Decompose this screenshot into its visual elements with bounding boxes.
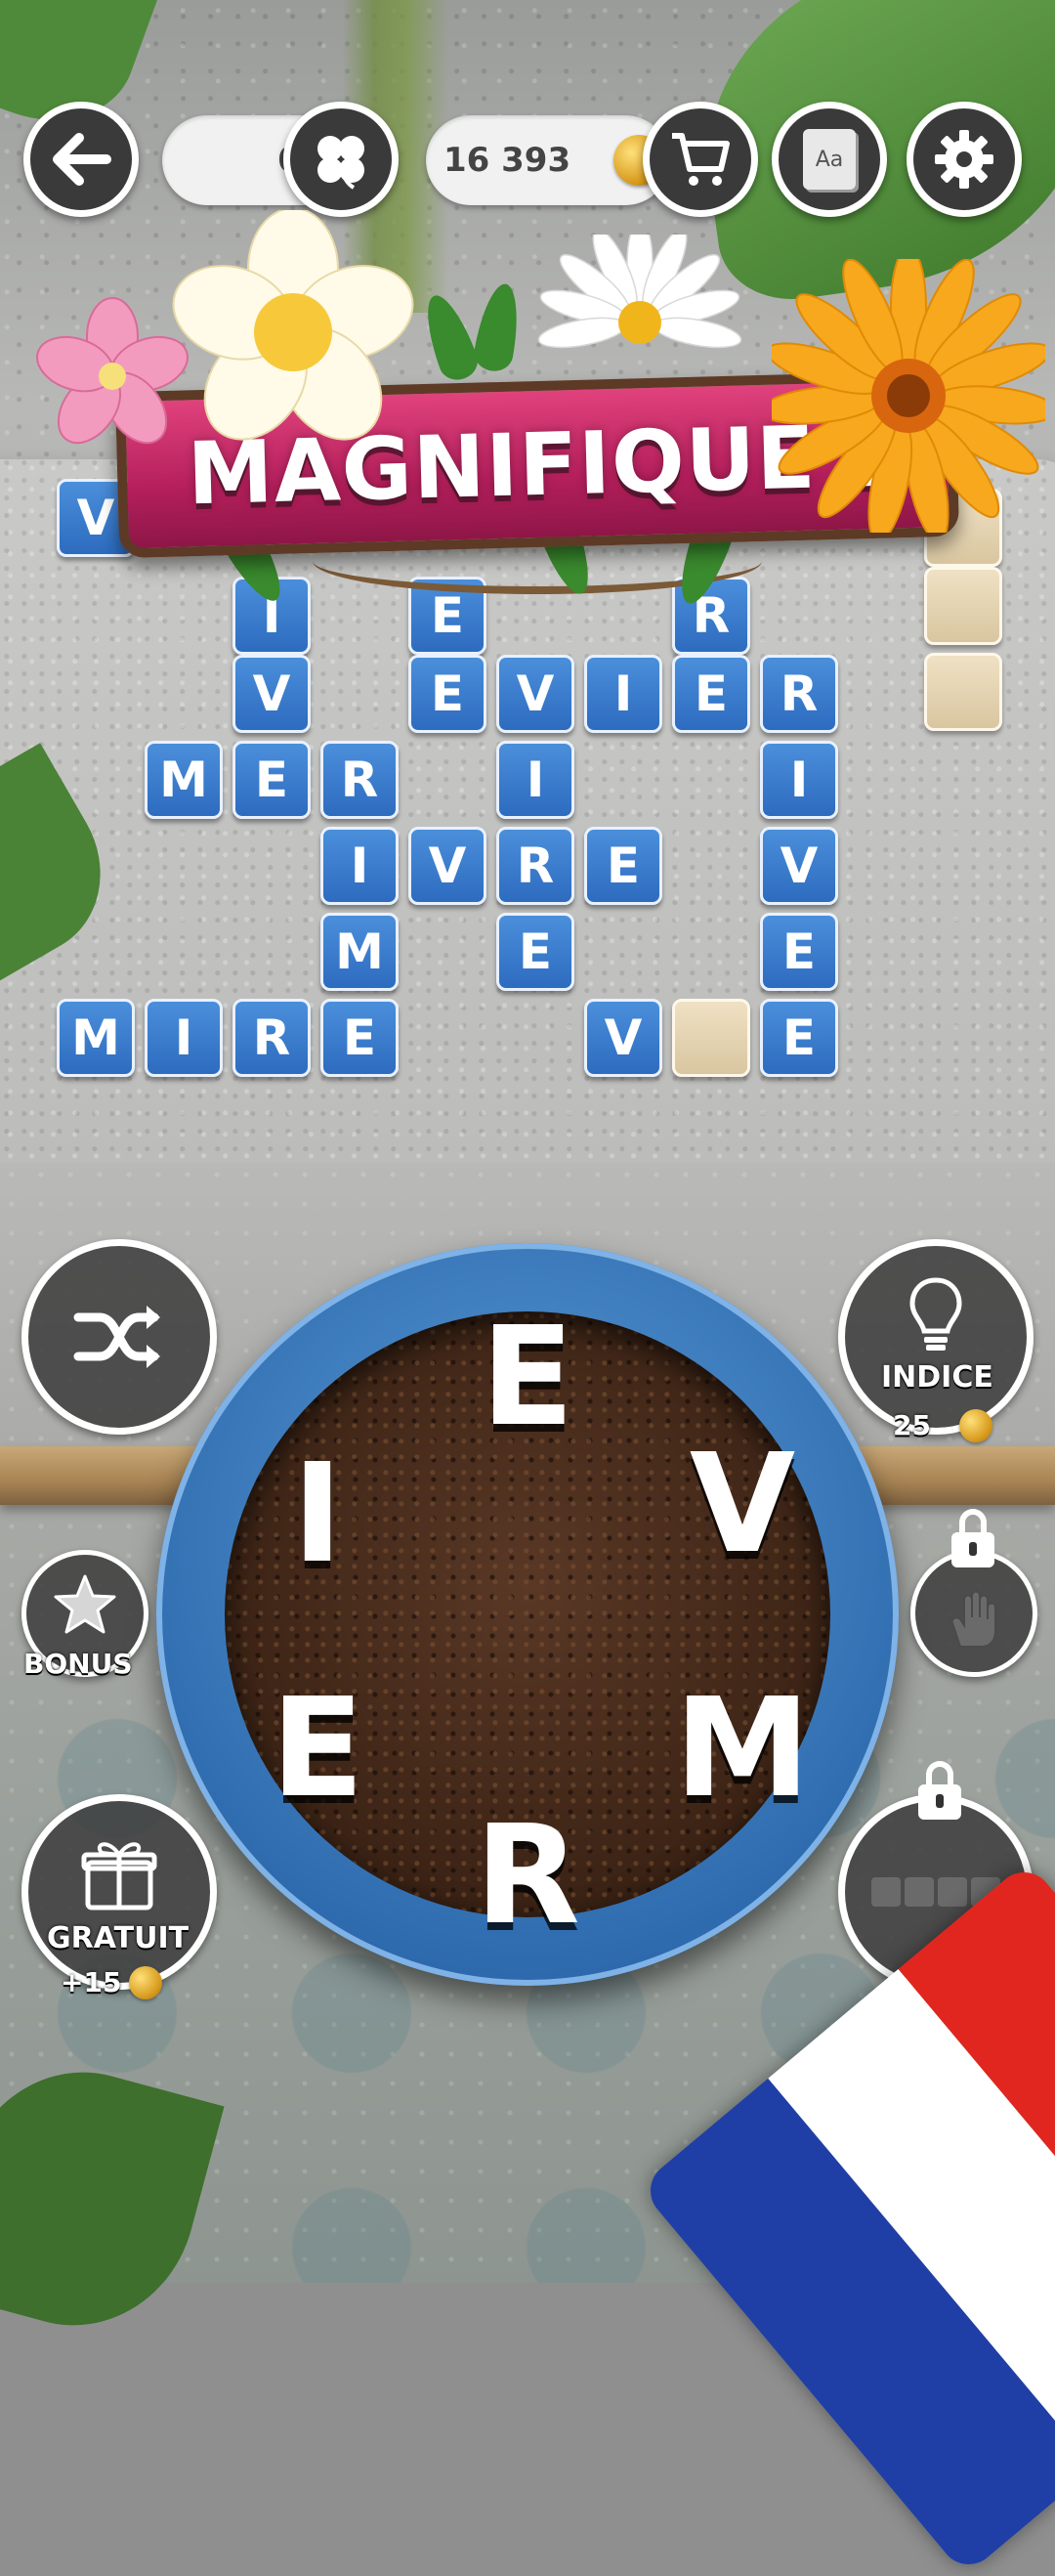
- grid-cell: E: [408, 655, 486, 733]
- daisy-flower-decoration: [537, 235, 742, 349]
- grid-cell: E: [584, 827, 662, 905]
- grid-cell: V: [584, 999, 662, 1077]
- grid-cell: R: [496, 827, 574, 905]
- hint-cost: 25: [893, 1409, 931, 1441]
- grid-cell: R: [760, 655, 838, 733]
- grid-cell-empty: [924, 653, 1002, 731]
- coin-icon: [129, 1966, 162, 1999]
- grid-cell: M: [57, 999, 135, 1077]
- wheel-letter[interactable]: V: [674, 1437, 811, 1573]
- wheel-letter[interactable]: R: [459, 1808, 596, 1945]
- lock-icon: [918, 1761, 961, 1820]
- free-gift-reward: +15: [61, 1966, 122, 1998]
- shuffle-icon: [73, 1306, 160, 1368]
- grid-cell: I: [760, 741, 838, 819]
- hint-button[interactable]: [838, 1239, 1034, 1435]
- free-gift-label: GRATUIT: [47, 1921, 190, 1955]
- grid-cell: V: [232, 655, 311, 733]
- grid-cell: E: [232, 741, 311, 819]
- orange-flower-decoration: [772, 259, 1045, 533]
- grid-cell: V: [760, 827, 838, 905]
- free-gift-button[interactable]: [21, 1794, 217, 1990]
- grid-cell: V: [408, 827, 486, 905]
- grid-cell: R: [320, 741, 399, 819]
- hint-label: INDICE: [881, 1360, 993, 1395]
- grid-cell: E: [672, 655, 750, 733]
- hand-icon: [950, 1590, 996, 1648]
- grid-cell: I: [145, 999, 223, 1077]
- grid-cell: I: [496, 741, 574, 819]
- wheel-letter[interactable]: E: [249, 1681, 386, 1818]
- grid-cell-empty: [924, 567, 1002, 645]
- grid-cell: E: [320, 999, 399, 1077]
- shuffle-button[interactable]: [21, 1239, 217, 1435]
- grid-cell: V: [496, 655, 574, 733]
- wheel-letter[interactable]: M: [674, 1681, 811, 1818]
- grid-cell: E: [760, 999, 838, 1077]
- grid-cell: M: [145, 741, 223, 819]
- wheel-letter[interactable]: I: [249, 1446, 386, 1583]
- gift-icon: [81, 1842, 157, 1911]
- grid-cell: I: [320, 827, 399, 905]
- star-icon: [54, 1574, 116, 1634]
- lightbulb-icon: [909, 1277, 962, 1351]
- grid-cell: I: [584, 655, 662, 733]
- frangipani-flower-decoration: [172, 210, 414, 441]
- lock-icon: [951, 1509, 994, 1567]
- grid-cell-empty: [672, 999, 750, 1077]
- coin-icon: [959, 1409, 992, 1442]
- bonus-label: BONUS: [23, 1648, 133, 1680]
- grid-cell: R: [232, 999, 311, 1077]
- grid-cell: M: [320, 913, 399, 991]
- locked-hand-button[interactable]: [910, 1550, 1037, 1677]
- grid-cell: E: [496, 913, 574, 991]
- grid-cell: E: [760, 913, 838, 991]
- wheel-letter[interactable]: E: [459, 1309, 596, 1446]
